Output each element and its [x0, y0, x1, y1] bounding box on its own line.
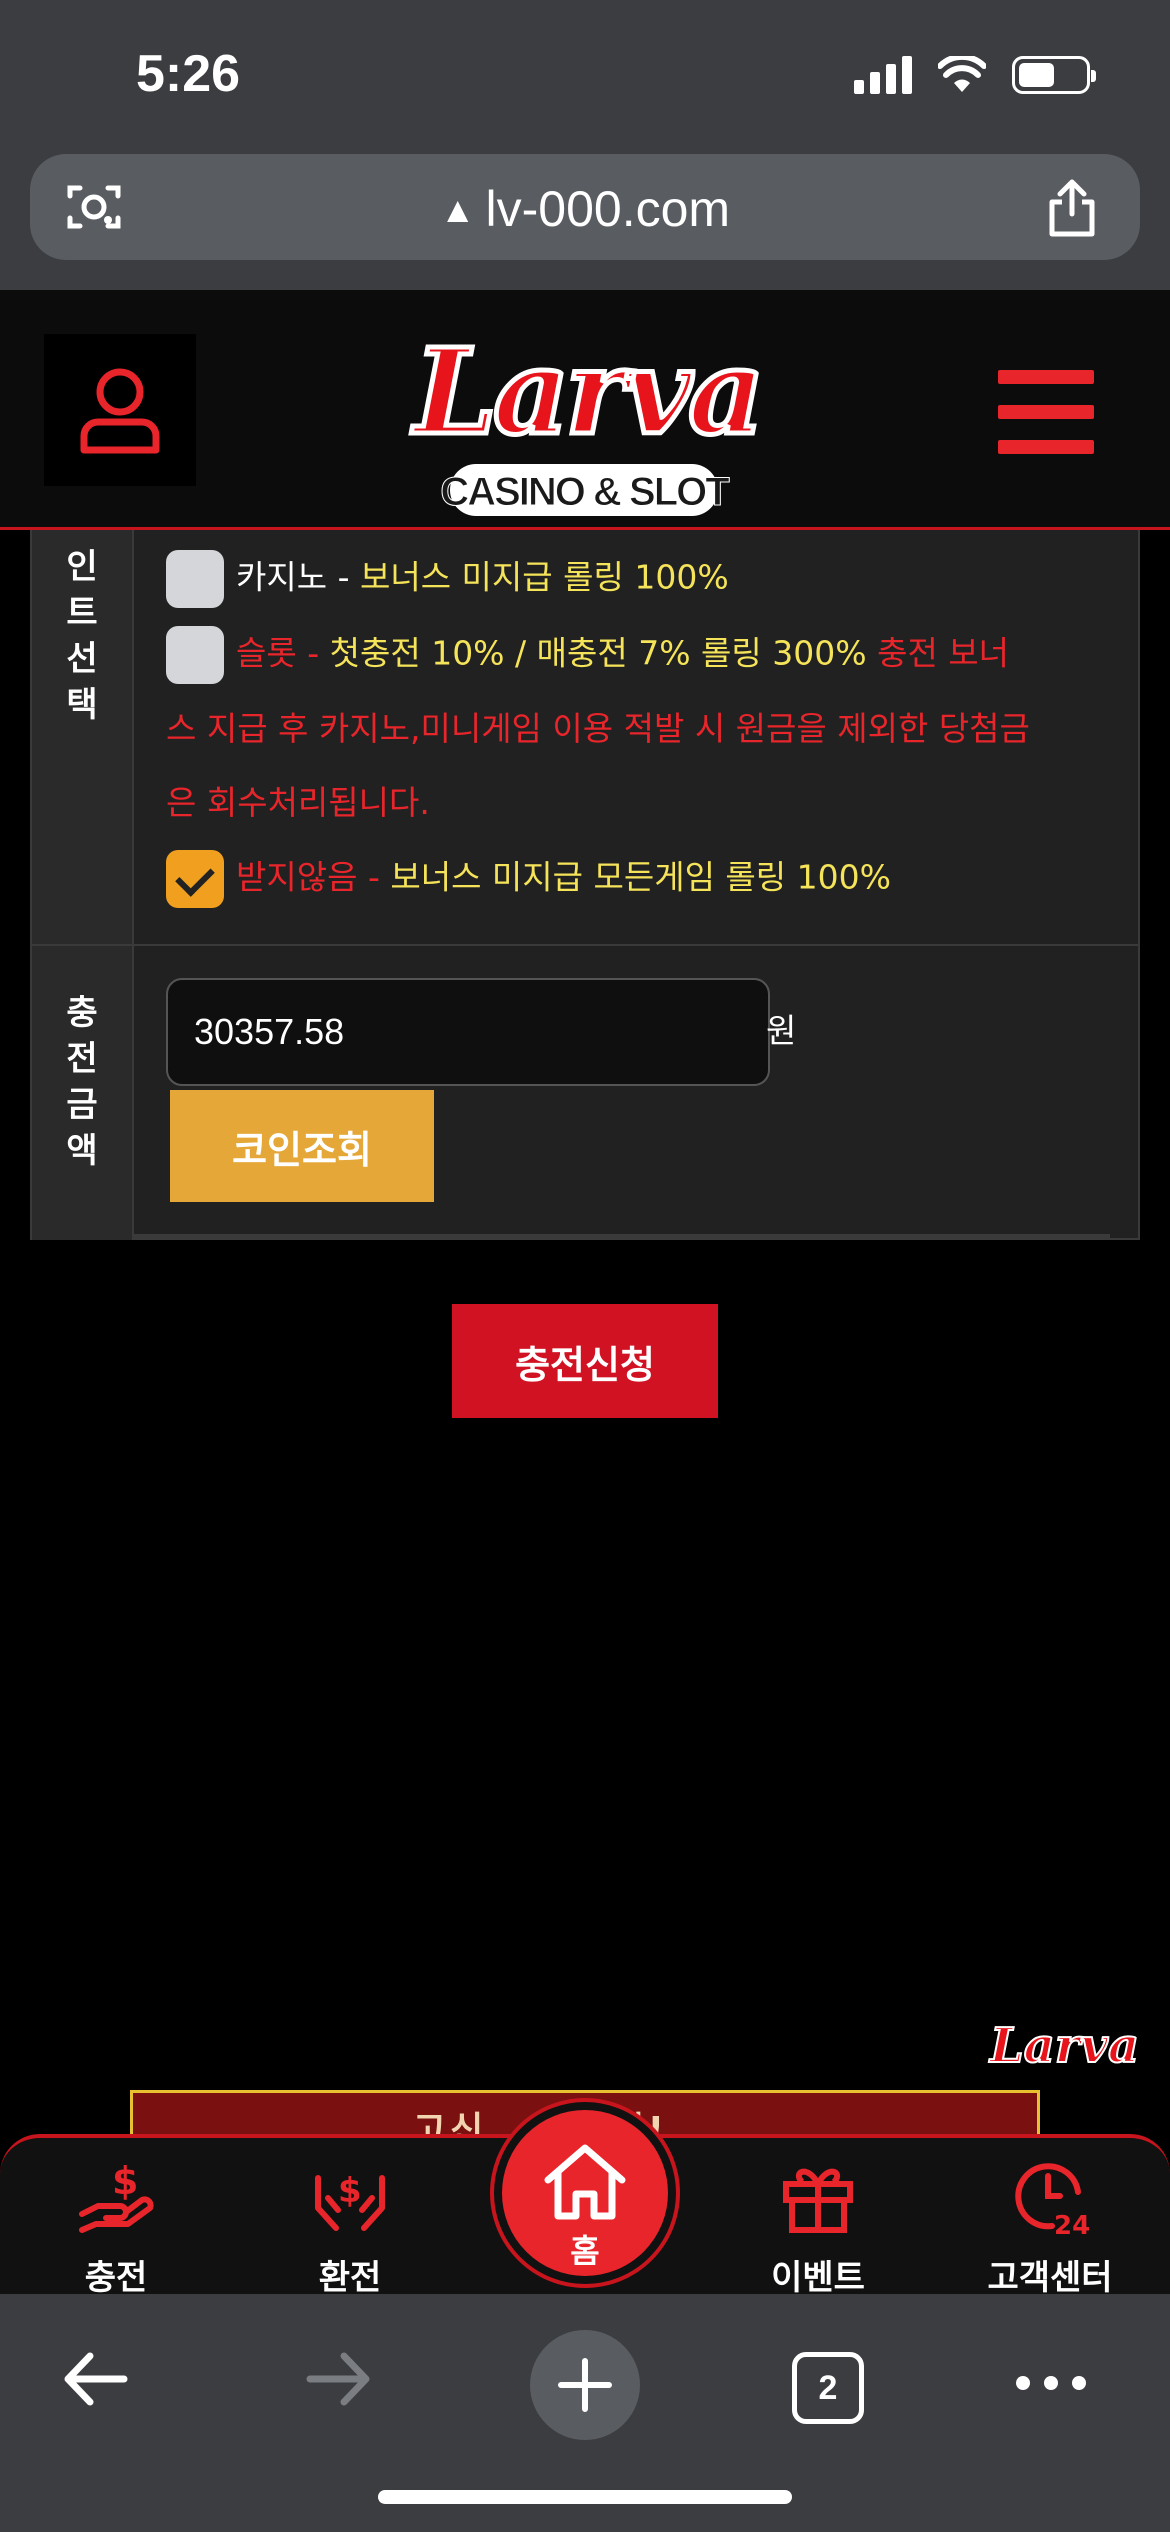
exchange-icon: $	[315, 2171, 385, 2231]
url-text: lv-000.com	[485, 181, 731, 237]
option-separator: -	[327, 557, 360, 597]
status-icons	[854, 56, 1096, 94]
label-char: 택	[66, 685, 98, 725]
battery-icon	[1012, 56, 1096, 94]
nav-label: 이벤트	[771, 2258, 865, 2298]
row-divider	[32, 944, 1140, 946]
label-char: 액	[66, 1131, 98, 1171]
label-char: 인	[66, 547, 98, 587]
svg-text:24: 24	[1054, 2211, 1090, 2236]
svg-text:$: $	[112, 2159, 138, 2203]
slot-warning-line-2: 스 지급 후 카지노,미니게임 이용 적발 시 원금을 제외한 당첨금	[166, 709, 1030, 748]
option-separator: -	[357, 857, 391, 897]
wifi-icon	[938, 56, 986, 92]
tabs-button[interactable]: 2	[792, 2352, 864, 2424]
forward-arrow-icon[interactable]	[304, 2344, 374, 2414]
site-logo[interactable]: Larva CASINO & SLOT	[412, 310, 768, 516]
amount-label: 충 전 금 액	[32, 946, 134, 1240]
option-name: 슬롯	[236, 633, 297, 673]
browser-address-area: ▲ lv-000.com	[0, 150, 1170, 290]
label-char: 트	[66, 593, 98, 633]
gift-icon	[783, 2168, 853, 2233]
option-separator: -	[296, 633, 330, 673]
point-select-label: 인 트 선 택	[32, 530, 134, 944]
nav-exchange[interactable]: $ 환전	[250, 2158, 450, 2299]
not-secure-warning-icon: ▲	[439, 189, 476, 230]
option-name: 받지않음	[236, 857, 358, 897]
cellular-signal-icon	[854, 56, 912, 94]
option-desc: 첫충전 10% / 매충전 7% 롤링 300%	[329, 633, 867, 673]
panel-bottom-line	[134, 1234, 1110, 1238]
option-slot[interactable]: 슬롯 - 첫충전 10% / 매충전 7% 롤링 300% 충전 보너	[166, 626, 1009, 684]
deposit-submit-button[interactable]: 충전신청	[452, 1304, 718, 1418]
option-name: 카지노	[236, 557, 328, 597]
label-char: 충	[66, 993, 98, 1033]
nav-label: 환전	[318, 2258, 382, 2298]
option-casino[interactable]: 카지노 - 보너스 미지급 롤링 100%	[166, 550, 729, 608]
status-bar: 5:26	[0, 0, 1170, 150]
plus-icon	[558, 2358, 612, 2412]
logo-subtitle: CASINO & SLOT	[440, 470, 730, 515]
address-bar[interactable]: ▲ lv-000.com	[30, 154, 1140, 260]
status-time: 5:26	[136, 45, 241, 103]
new-tab-button[interactable]	[530, 2330, 640, 2440]
support-24-icon: 24	[1015, 2163, 1090, 2236]
home-indicator	[378, 2490, 792, 2504]
option-desc: 보너스 미지급 롤링 100%	[359, 557, 729, 597]
url-display[interactable]: ▲ lv-000.com	[30, 180, 1140, 238]
coin-lookup-button[interactable]: 코인조회	[170, 1090, 434, 1202]
nav-label: 충전	[84, 2258, 148, 2298]
svg-text:$: $	[338, 2171, 362, 2211]
user-icon	[80, 368, 160, 454]
casino-checkbox[interactable]	[166, 550, 224, 608]
nav-label: 고객센터	[987, 2258, 1113, 2298]
nav-label: 홈	[570, 2232, 600, 2270]
user-button[interactable]	[44, 334, 196, 486]
label-char: 선	[66, 639, 98, 679]
option-warning: 충전 보너	[866, 633, 1010, 673]
floating-logo-text: Larva	[989, 2017, 1140, 2075]
deposit-form-panel: 인 트 선 택 카지노 - 보너스 미지급 롤링 100% 슬롯 - 첫충전 1…	[30, 530, 1140, 1240]
home-icon	[544, 2144, 626, 2220]
currency-unit: 원	[766, 1011, 797, 1050]
slot-checkbox[interactable]	[166, 626, 224, 684]
more-options-icon[interactable]	[1016, 2376, 1086, 2390]
bottom-navigation: $ 충전 $ 환전 홈 이벤트 24 고객센터	[0, 2102, 1170, 2298]
no-bonus-checkbox[interactable]	[166, 850, 224, 908]
option-no-bonus[interactable]: 받지않음 - 보너스 미지급 모든게임 롤링 100%	[166, 850, 891, 908]
deposit-icon: $	[79, 2159, 154, 2233]
nav-deposit[interactable]: $ 충전	[16, 2158, 216, 2299]
slot-warning-line-3: 은 회수처리됩니다.	[166, 783, 430, 822]
option-desc: 보너스 미지급 모든게임 롤링 100%	[390, 857, 891, 897]
label-char: 전	[66, 1039, 98, 1079]
nav-event[interactable]: 이벤트	[718, 2158, 918, 2299]
logo-wordmark: Larva	[412, 320, 768, 464]
site-header: Larva CASINO & SLOT	[0, 290, 1170, 530]
nav-support[interactable]: 24 고객센터	[950, 2158, 1150, 2299]
nav-home[interactable]: 홈	[494, 2102, 676, 2284]
amount-input[interactable]: 30357.58	[166, 978, 770, 1086]
share-icon[interactable]	[1046, 178, 1098, 238]
back-arrow-icon[interactable]	[60, 2344, 130, 2414]
hamburger-menu-icon[interactable]	[998, 370, 1094, 454]
label-char: 금	[66, 1085, 98, 1125]
